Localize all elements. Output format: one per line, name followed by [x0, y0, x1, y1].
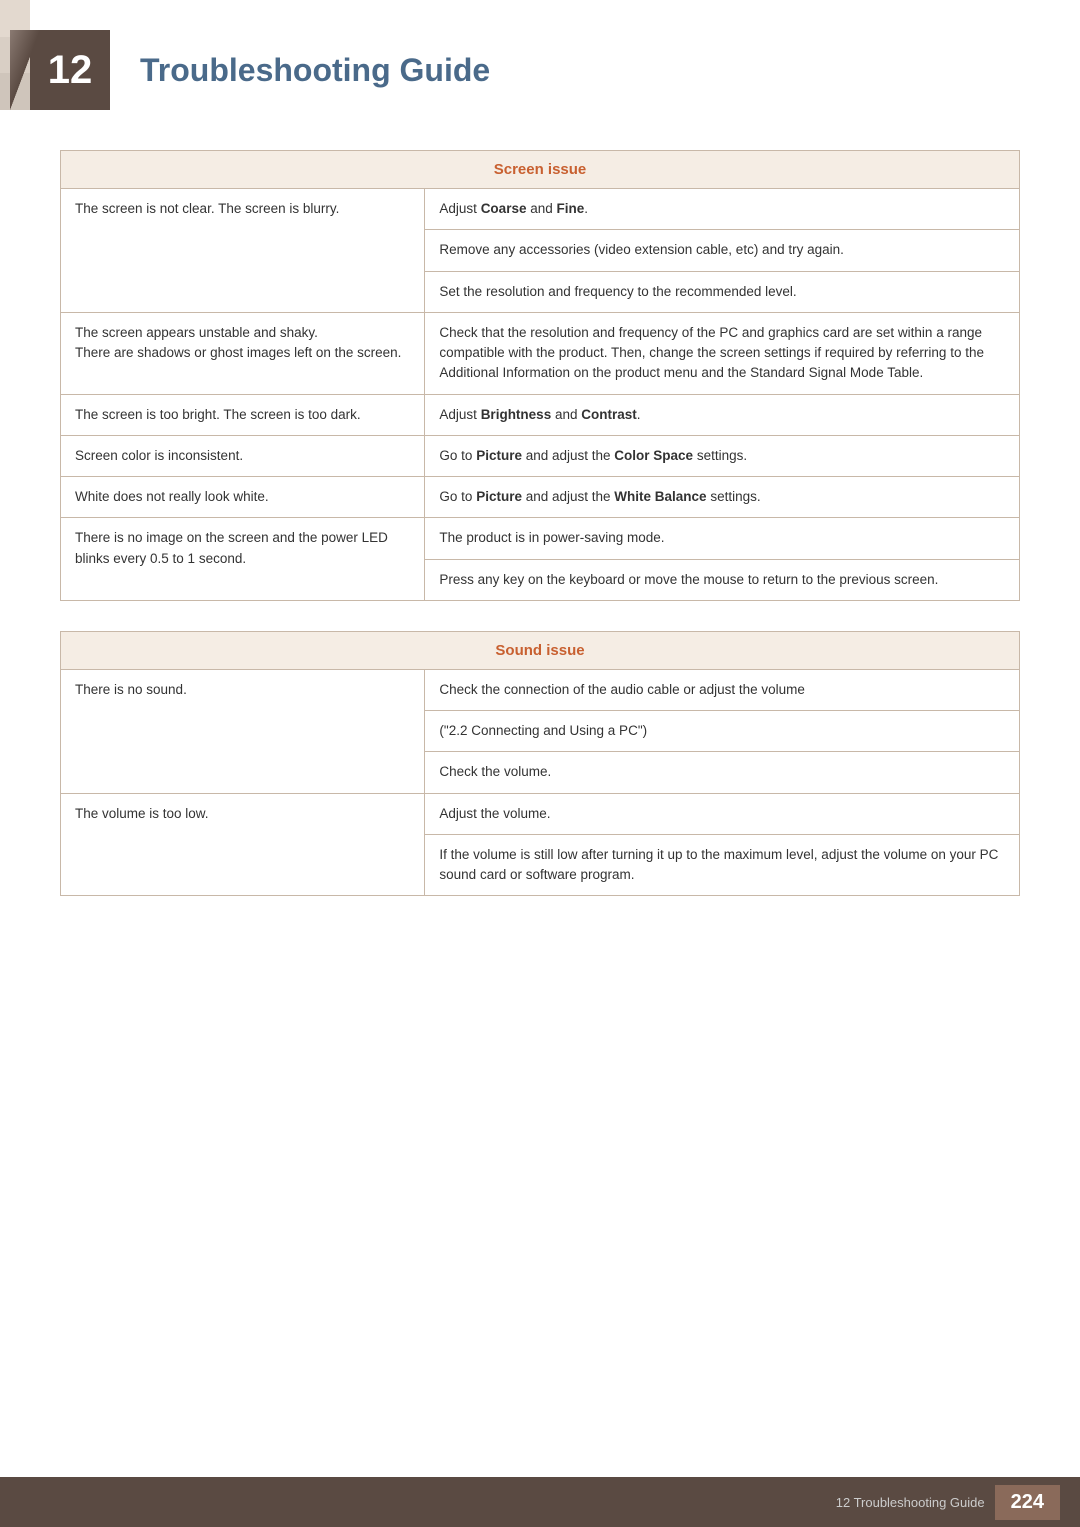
- page-header: 12 Troubleshooting Guide: [0, 0, 1080, 130]
- solution-cell: If the volume is still low after turning…: [425, 834, 1020, 896]
- screen-issue-header: Screen issue: [61, 151, 1020, 189]
- solution-cell: Check the volume.: [425, 752, 1020, 793]
- chapter-badge: 12: [30, 30, 110, 110]
- solution-cell: Check that the resolution and frequency …: [425, 312, 1020, 394]
- solution-cell: Go to Picture and adjust the Color Space…: [425, 435, 1020, 476]
- solution-cell: Go to Picture and adjust the White Balan…: [425, 477, 1020, 518]
- solution-cell: Press any key on the keyboard or move th…: [425, 559, 1020, 600]
- screen-issue-table: Screen issue The screen is not clear. Th…: [60, 150, 1020, 601]
- chapter-number: 12: [48, 50, 93, 90]
- footer-page-number: 224: [995, 1485, 1060, 1520]
- problem-cell: The screen is too bright. The screen is …: [61, 394, 425, 435]
- solution-cell: Adjust Brightness and Contrast.: [425, 394, 1020, 435]
- solution-cell: Remove any accessories (video extension …: [425, 230, 1020, 271]
- table-row: The screen appears unstable and shaky. T…: [61, 312, 1020, 394]
- solution-cell: Adjust Coarse and Fine.: [425, 189, 1020, 230]
- table-row: There is no sound. Check the connection …: [61, 669, 1020, 710]
- page-content: Screen issue The screen is not clear. Th…: [0, 130, 1080, 986]
- table-row: The volume is too low. Adjust the volume…: [61, 793, 1020, 834]
- table-row: There is no image on the screen and the …: [61, 518, 1020, 559]
- solution-cell: Set the resolution and frequency to the …: [425, 271, 1020, 312]
- sound-issue-table: Sound issue There is no sound. Check the…: [60, 631, 1020, 897]
- page-footer: 12 Troubleshooting Guide 224: [0, 1477, 1080, 1527]
- table-row: White does not really look white. Go to …: [61, 477, 1020, 518]
- table-row: Screen color is inconsistent. Go to Pict…: [61, 435, 1020, 476]
- problem-cell: The screen is not clear. The screen is b…: [61, 189, 425, 313]
- problem-cell: The volume is too low.: [61, 793, 425, 896]
- problem-cell: White does not really look white.: [61, 477, 425, 518]
- table-row: The screen is not clear. The screen is b…: [61, 189, 1020, 230]
- solution-cell: ("2.2 Connecting and Using a PC"): [425, 711, 1020, 752]
- footer-chapter-text: 12 Troubleshooting Guide: [836, 1495, 985, 1510]
- solution-cell: Check the connection of the audio cable …: [425, 669, 1020, 710]
- page-title: Troubleshooting Guide: [140, 52, 490, 89]
- problem-cell: The screen appears unstable and shaky. T…: [61, 312, 425, 394]
- problem-cell: There is no image on the screen and the …: [61, 518, 425, 601]
- table-row: The screen is too bright. The screen is …: [61, 394, 1020, 435]
- sound-issue-header: Sound issue: [61, 631, 1020, 669]
- problem-cell: Screen color is inconsistent.: [61, 435, 425, 476]
- solution-cell: The product is in power-saving mode.: [425, 518, 1020, 559]
- solution-cell: Adjust the volume.: [425, 793, 1020, 834]
- problem-cell: There is no sound.: [61, 669, 425, 793]
